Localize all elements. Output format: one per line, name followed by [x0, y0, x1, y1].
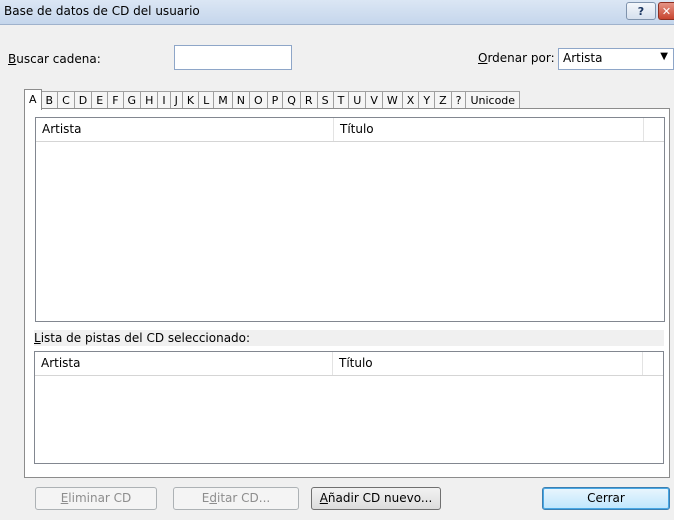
edit-cd-button[interactable]: Editar CD... [173, 487, 299, 510]
tab-y[interactable]: Y [418, 91, 436, 109]
window-title: Base de datos de CD del usuario [4, 4, 200, 18]
tab-x[interactable]: X [401, 91, 420, 109]
tab-u[interactable]: U [348, 91, 367, 109]
tab-a[interactable]: A [24, 89, 42, 110]
tab-m[interactable]: M [213, 91, 233, 109]
tab-e[interactable]: E [91, 91, 109, 109]
tab-s[interactable]: S [316, 91, 334, 109]
close-window-button[interactable]: ✕ [658, 2, 674, 20]
tracks-column-header-artist[interactable]: Artista [35, 352, 333, 375]
chevron-down-icon: ▼ [660, 51, 668, 62]
close-button[interactable]: Cerrar [542, 487, 670, 510]
tab-q[interactable]: Q [282, 91, 301, 109]
cd-database-dialog: Base de datos de CD del usuario ? ✕ Busc… [0, 0, 674, 520]
tab-j[interactable]: J [169, 91, 183, 109]
tab-question[interactable]: ? [450, 91, 467, 109]
delete-cd-button[interactable]: Eliminar CD [35, 487, 157, 510]
tab-p[interactable]: P [266, 91, 284, 109]
sort-selected-value: Artista [563, 51, 603, 65]
sort-select[interactable]: Artista ▼ [558, 48, 674, 70]
tab-o[interactable]: O [248, 91, 268, 109]
tab-w[interactable]: W [381, 91, 403, 109]
tracks-list[interactable]: Artista Título [34, 351, 664, 464]
tab-unicode[interactable]: Unicode [465, 91, 521, 109]
tracks-label: Lista de pistas del CD seleccionado: [34, 330, 664, 346]
column-header-artist[interactable]: Artista [36, 118, 334, 141]
tracks-column-header-title[interactable]: Título [333, 352, 643, 375]
tab-i[interactable]: I [157, 91, 171, 109]
column-header-title[interactable]: Título [334, 118, 644, 141]
title-bar[interactable]: Base de datos de CD del usuario ? ✕ [0, 0, 674, 25]
tab-z[interactable]: Z [434, 91, 452, 109]
cd-list-header: Artista Título [36, 118, 664, 142]
tab-l[interactable]: L [198, 91, 215, 109]
tab-k[interactable]: K [181, 91, 200, 109]
help-button[interactable]: ? [626, 2, 656, 20]
tracks-list-header: Artista Título [35, 352, 663, 376]
tab-c[interactable]: C [57, 91, 75, 109]
tab-v[interactable]: V [365, 91, 383, 109]
letter-tabs: A B C D E F G H I J K L M N O P Q R S T … [24, 89, 521, 110]
add-cd-button[interactable]: Añadir CD nuevo... [311, 487, 441, 510]
tab-f[interactable]: F [107, 91, 124, 109]
tab-d[interactable]: D [73, 91, 93, 109]
cd-list[interactable]: Artista Título [35, 117, 665, 322]
tab-b[interactable]: B [40, 91, 59, 109]
tab-n[interactable]: N [231, 91, 250, 109]
sort-label: Ordenar por: [478, 51, 555, 65]
search-input[interactable] [174, 45, 292, 70]
tab-h[interactable]: H [140, 91, 159, 109]
search-label: Buscar cadena: [8, 52, 101, 66]
tab-r[interactable]: R [299, 91, 318, 109]
tab-g[interactable]: G [122, 91, 142, 109]
tab-t[interactable]: T [332, 91, 350, 109]
